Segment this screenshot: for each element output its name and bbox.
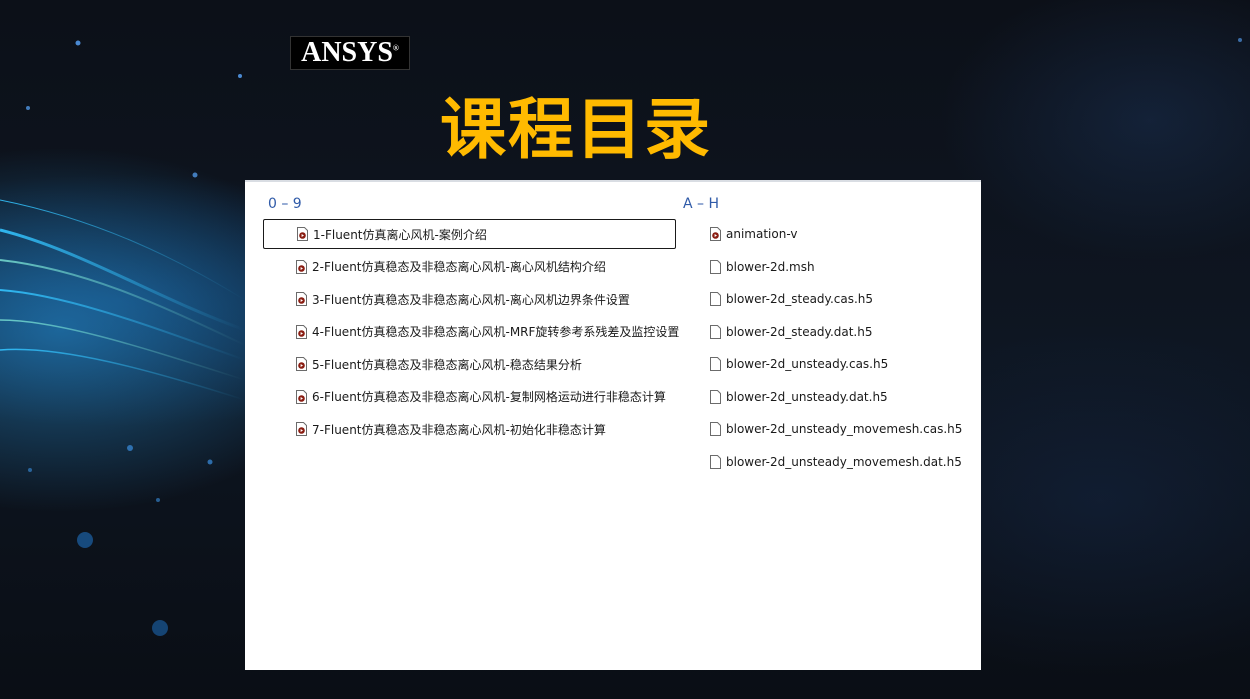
- blank-file-icon: [710, 357, 721, 371]
- file-item-label: 5-Fluent仿真稳态及非稳态离心风机-稳态结果分析: [312, 357, 582, 372]
- page-title: 课程目录: [440, 91, 712, 168]
- file-item-label: 2-Fluent仿真稳态及非稳态离心风机-离心风机结构介绍: [312, 260, 606, 274]
- file-item-label: animation-v: [726, 227, 798, 241]
- blank-file-icon: [710, 422, 721, 436]
- blank-file-icon: [710, 389, 721, 404]
- video-file-icon: [296, 324, 307, 339]
- file-item-label: 7-Fluent仿真稳态及非稳态离心风机-初始化非稳态计算: [312, 422, 606, 437]
- file-item[interactable]: 4-Fluent仿真稳态及非稳态离心风机-MRF旋转参考系残差及监控设置: [263, 317, 680, 347]
- file-item[interactable]: blower-2d_unsteady_movemesh.dat.h5: [705, 447, 965, 477]
- file-item-label: 1-Fluent仿真离心风机-案例介绍: [313, 227, 487, 242]
- group-header-a-h: A – H: [683, 196, 720, 212]
- file-item-label: blower-2d_unsteady_movemesh.cas.h5: [726, 422, 963, 436]
- file-item-label: blower-2d_unsteady.cas.h5: [726, 357, 889, 371]
- file-item[interactable]: 1-Fluent仿真离心风机-案例介绍: [263, 219, 676, 249]
- file-item[interactable]: 7-Fluent仿真稳态及非稳态离心风机-初始化非稳态计算: [263, 414, 676, 444]
- file-item-label: 3-Fluent仿真稳态及非稳态离心风机-离心风机边界条件设置: [312, 292, 630, 307]
- ansys-logo-text: ANSYS®: [301, 37, 399, 68]
- file-item[interactable]: blower-2d_unsteady.dat.h5: [705, 382, 965, 412]
- file-item-label: blower-2d.msh: [726, 259, 815, 274]
- file-item[interactable]: blower-2d_steady.cas.h5: [705, 284, 965, 314]
- video-file-icon: [297, 227, 308, 241]
- ansys-logo: ANSYS®: [290, 36, 410, 70]
- file-explorer-panel: 0 – 9 A – H 1-Fluent仿真离心风机-案例介绍 2-Fluent仿…: [245, 180, 981, 670]
- video-file-icon: [296, 389, 307, 404]
- blank-file-icon: [710, 324, 721, 339]
- video-file-icon: [296, 292, 307, 306]
- group-header-0-9: 0 – 9: [268, 196, 302, 212]
- file-item[interactable]: 2-Fluent仿真稳态及非稳态离心风机-离心风机结构介绍: [263, 252, 676, 282]
- blank-file-icon: [710, 454, 721, 469]
- video-file-icon: [296, 357, 307, 371]
- file-item[interactable]: blower-2d_unsteady.cas.h5: [705, 349, 965, 379]
- file-item-label: blower-2d_steady.cas.h5: [726, 292, 874, 306]
- video-file-icon: [296, 259, 307, 274]
- file-item-label: blower-2d_unsteady.dat.h5: [726, 389, 888, 404]
- file-item-label: 6-Fluent仿真稳态及非稳态离心风机-复制网格运动进行非稳态计算: [312, 390, 666, 404]
- file-item-label: blower-2d_unsteady_movemesh.dat.h5: [726, 454, 962, 469]
- blank-file-icon: [710, 292, 721, 306]
- video-file-icon: [296, 422, 307, 436]
- file-item[interactable]: blower-2d_unsteady_movemesh.cas.h5: [705, 414, 965, 444]
- blank-file-icon: [710, 259, 721, 274]
- video-file-icon: [710, 227, 721, 241]
- file-item[interactable]: 5-Fluent仿真稳态及非稳态离心风机-稳态结果分析: [263, 349, 676, 379]
- file-item[interactable]: animation-v: [705, 219, 965, 249]
- file-item-label: blower-2d_steady.dat.h5: [726, 324, 873, 339]
- file-item[interactable]: blower-2d.msh: [705, 252, 965, 282]
- file-item[interactable]: 6-Fluent仿真稳态及非稳态离心风机-复制网格运动进行非稳态计算: [263, 382, 676, 412]
- file-item-label: 4-Fluent仿真稳态及非稳态离心风机-MRF旋转参考系残差及监控设置: [312, 325, 680, 339]
- file-item[interactable]: blower-2d_steady.dat.h5: [705, 317, 965, 347]
- file-item[interactable]: 3-Fluent仿真稳态及非稳态离心风机-离心风机边界条件设置: [263, 284, 676, 314]
